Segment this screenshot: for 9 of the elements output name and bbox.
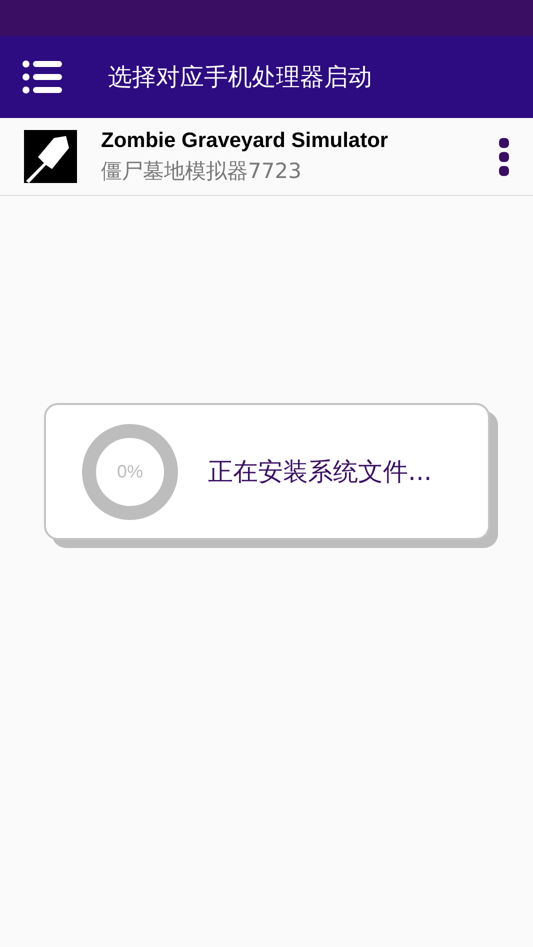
- game-title: Zombie Graveyard Simulator: [101, 128, 390, 152]
- menu-icon[interactable]: [22, 60, 62, 94]
- game-subtitle: 僵尸墓地模拟器7723: [101, 158, 302, 184]
- shovel-icon: [24, 130, 77, 183]
- game-row[interactable]: Zombie Graveyard Simulator 僵尸墓地模拟器7723: [0, 118, 533, 196]
- more-icon[interactable]: [499, 138, 509, 176]
- install-message: 正在安装系统文件...: [208, 456, 432, 488]
- progress-percent: 0%: [117, 461, 143, 482]
- toolbar-title: 选择对应手机处理器启动: [108, 62, 372, 93]
